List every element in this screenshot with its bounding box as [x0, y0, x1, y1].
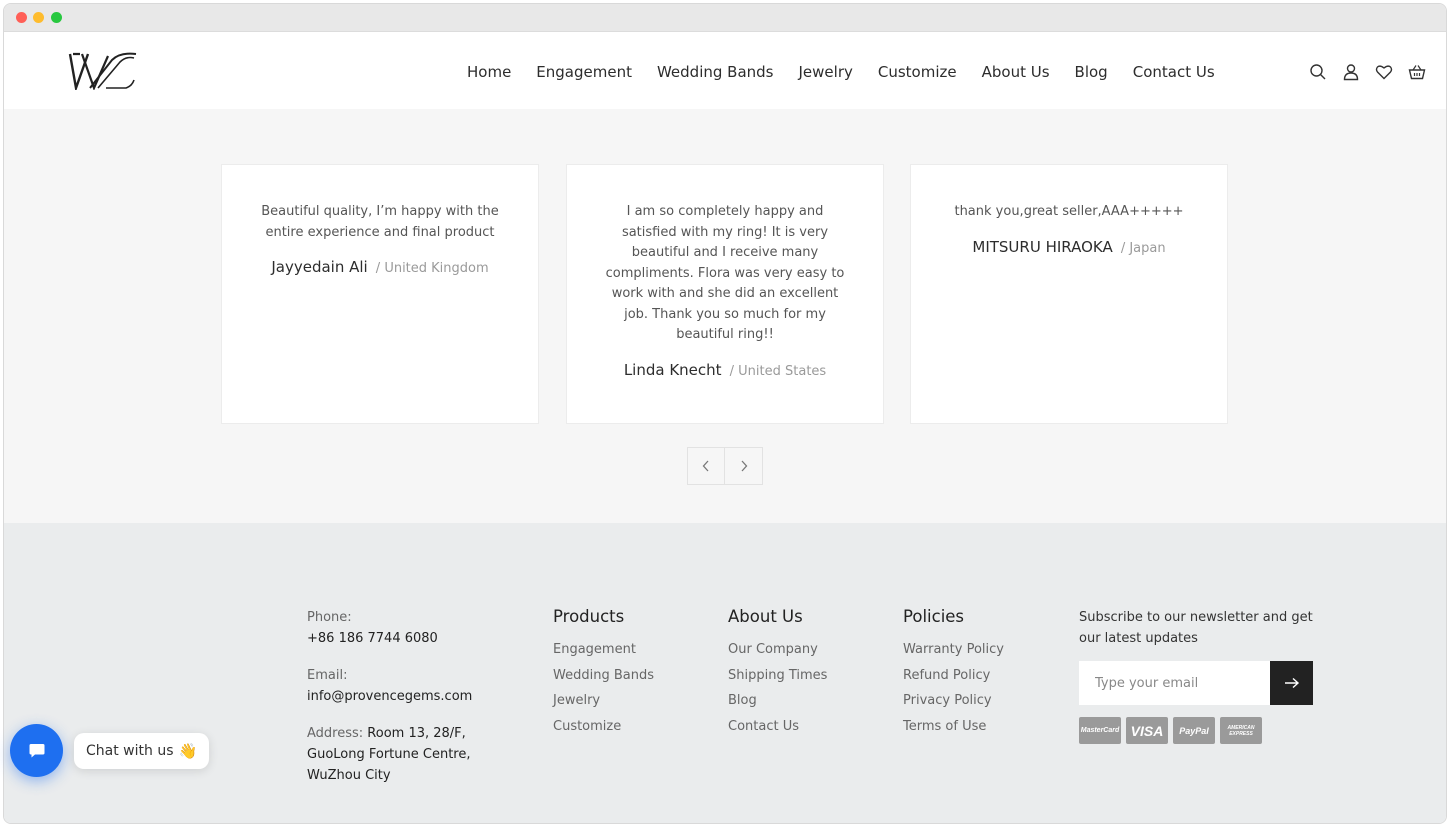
cart-basket-icon[interactable] — [1408, 63, 1426, 81]
footer-link-wedding-bands[interactable]: Wedding Bands — [553, 668, 654, 683]
footer-link-shipping-times[interactable]: Shipping Times — [728, 668, 827, 683]
footer-link-blog[interactable]: Blog — [728, 693, 827, 708]
nav-home[interactable]: Home — [467, 63, 511, 81]
header-actions — [1309, 63, 1426, 81]
nav-about-us[interactable]: About Us — [982, 63, 1050, 81]
nav-engagement[interactable]: Engagement — [536, 63, 632, 81]
main-nav: Home Engagement Wedding Bands Jewelry Cu… — [467, 63, 1215, 81]
footer-link-terms-of-use[interactable]: Terms of Use — [903, 719, 1004, 734]
address-label: Address: — [307, 726, 364, 741]
site-header: Home Engagement Wedding Bands Jewelry Cu… — [4, 32, 1446, 109]
reviewer-country: United Kingdom — [376, 261, 489, 276]
review-author: Linda Knecht United States — [599, 360, 851, 379]
window-zoom-button[interactable] — [51, 12, 62, 23]
contact-address: Address: Room 13, 28/F, GuoLong Fortune … — [307, 723, 527, 786]
chevron-right-icon — [741, 460, 747, 472]
review-card: Beautiful quality, I’m happy with the en… — [221, 164, 539, 424]
chat-bubble-icon — [29, 743, 44, 757]
footer-link-contact-us[interactable]: Contact Us — [728, 719, 827, 734]
carousel-next-button[interactable] — [725, 447, 763, 485]
contact-email: Email: info@provencegems.com — [307, 665, 527, 707]
account-icon[interactable] — [1342, 63, 1360, 81]
nav-contact-us[interactable]: Contact Us — [1133, 63, 1215, 81]
footer-products-column: Products Engagement Wedding Bands Jewelr… — [553, 607, 654, 744]
review-quote: thank you,great seller,AAA+++++ — [954, 204, 1184, 219]
footer-policies-column: Policies Warranty Policy Refund Policy P… — [903, 607, 1004, 744]
footer-link-jewelry[interactable]: Jewelry — [553, 693, 654, 708]
footer-link-privacy-policy[interactable]: Privacy Policy — [903, 693, 1004, 708]
carousel-controls — [687, 447, 763, 485]
review-author: MITSURU HIRAOKA Japan — [943, 237, 1195, 256]
contact-phone: Phone: +86 186 7744 6080 — [307, 607, 527, 649]
payment-methods: MasterCard VISA PayPal AMERICAN EXPRESS — [1079, 717, 1319, 744]
site-footer: Phone: +86 186 7744 6080 Email: info@pro… — [4, 523, 1446, 823]
review-author: Jayyedain Ali United Kingdom — [254, 257, 506, 276]
wd-logo-icon[interactable] — [68, 52, 138, 90]
chat-launcher-button[interactable] — [10, 724, 63, 777]
footer-about-title: About Us — [728, 607, 803, 626]
email-value[interactable]: info@provencegems.com — [307, 686, 527, 707]
arrow-right-icon — [1284, 677, 1299, 689]
reviewer-name: MITSURU HIRAOKA — [972, 237, 1113, 256]
footer-contact: Phone: +86 186 7744 6080 Email: info@pro… — [307, 607, 527, 802]
nav-blog[interactable]: Blog — [1075, 63, 1108, 81]
footer-about-column: About Us Our Company Shipping Times Blog… — [728, 607, 827, 744]
newsletter-submit-button[interactable] — [1270, 661, 1313, 705]
wishlist-heart-icon[interactable] — [1375, 63, 1393, 81]
reviewer-country: United States — [730, 364, 827, 379]
nav-jewelry[interactable]: Jewelry — [799, 63, 853, 81]
email-label: Email: — [307, 668, 348, 683]
window-titlebar — [4, 4, 1446, 32]
reviewer-name: Jayyedain Ali — [271, 258, 368, 276]
phone-value[interactable]: +86 186 7744 6080 — [307, 628, 527, 649]
footer-policies-title: Policies — [903, 607, 965, 626]
newsletter: Subscribe to our newsletter and get our … — [1079, 607, 1319, 744]
reviews-section: Beautiful quality, I’m happy with the en… — [4, 109, 1446, 523]
chevron-left-icon — [702, 460, 709, 472]
chat-label: Chat with us — [86, 743, 174, 759]
phone-label: Phone: — [307, 610, 352, 625]
review-card: I am so completely happy and satisfied w… — [566, 164, 884, 424]
waving-hand-icon: 👋 — [178, 742, 198, 760]
newsletter-email-input[interactable] — [1079, 661, 1270, 705]
paypal-icon: PayPal — [1173, 717, 1215, 744]
carousel-prev-button[interactable] — [687, 447, 725, 485]
footer-products-title: Products — [553, 607, 625, 626]
nav-customize[interactable]: Customize — [878, 63, 957, 81]
reviewer-country: Japan — [1121, 241, 1166, 256]
newsletter-text: Subscribe to our newsletter and get our … — [1079, 610, 1313, 646]
newsletter-form — [1079, 661, 1319, 705]
search-icon[interactable] — [1309, 63, 1327, 81]
footer-link-warranty-policy[interactable]: Warranty Policy — [903, 642, 1004, 657]
review-quote: Beautiful quality, I’m happy with the en… — [261, 204, 499, 240]
reviewer-name: Linda Knecht — [623, 360, 722, 379]
chat-with-us-bubble[interactable]: Chat with us 👋 — [74, 733, 210, 769]
footer-link-our-company[interactable]: Our Company — [728, 642, 827, 657]
amex-icon: AMERICAN EXPRESS — [1220, 717, 1262, 744]
review-card: thank you,great seller,AAA+++++ MITSURU … — [910, 164, 1228, 424]
nav-wedding-bands[interactable]: Wedding Bands — [657, 63, 774, 81]
visa-icon: VISA — [1126, 717, 1168, 744]
window-close-button[interactable] — [16, 12, 27, 23]
mastercard-icon: MasterCard — [1079, 717, 1121, 744]
browser-window: Home Engagement Wedding Bands Jewelry Cu… — [3, 3, 1447, 824]
footer-link-engagement[interactable]: Engagement — [553, 642, 654, 657]
footer-link-customize[interactable]: Customize — [553, 719, 654, 734]
review-quote: I am so completely happy and satisfied w… — [605, 204, 845, 342]
window-minimize-button[interactable] — [33, 12, 44, 23]
footer-link-refund-policy[interactable]: Refund Policy — [903, 668, 1004, 683]
